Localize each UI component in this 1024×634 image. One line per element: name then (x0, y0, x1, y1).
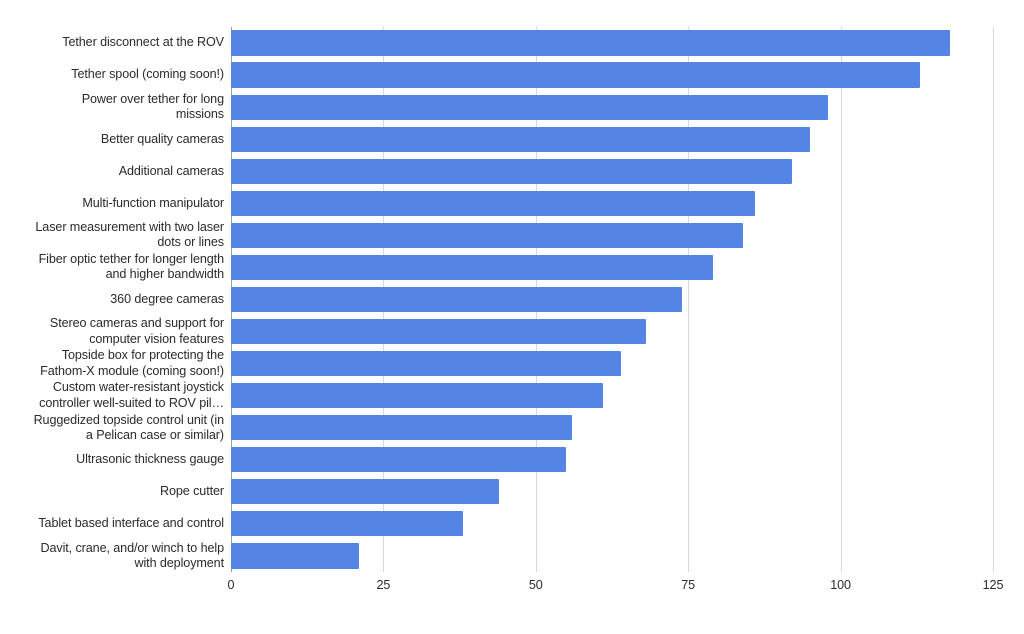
bar-category-label: Ultrasonic thickness gauge (76, 452, 224, 467)
bar-row (231, 123, 993, 155)
bar-category-label: Better quality cameras (100, 131, 224, 146)
bar[interactable] (231, 511, 463, 537)
bar-row (231, 444, 993, 476)
bar[interactable] (231, 415, 573, 441)
bar[interactable] (231, 447, 567, 473)
bar-category-label: Stereo cameras and support for computer … (49, 316, 224, 346)
x-tick-label: 0 (227, 578, 235, 592)
bar-row (231, 59, 993, 91)
bar-category-label: Davit, crane, and/or winch to help with … (40, 540, 224, 570)
bar-row (231, 380, 993, 412)
bar-category-label: Tether disconnect at the ROV (62, 35, 224, 50)
bar-category-label: Rope cutter (159, 484, 224, 499)
bar-category-label: Power over tether for long missions (81, 91, 224, 122)
bar[interactable] (231, 318, 646, 345)
bar-row (231, 348, 993, 380)
bar[interactable] (231, 286, 683, 313)
bar[interactable] (231, 350, 622, 377)
bar-row (231, 476, 993, 508)
x-tick-label: 50 (528, 578, 543, 592)
plot-area (231, 27, 994, 572)
bar[interactable] (231, 158, 792, 184)
bar[interactable] (231, 222, 744, 248)
bar-category-label: Laser measurement with two laser dots or… (35, 220, 224, 250)
bar-category-label: Multi-function manipulator (82, 195, 224, 210)
bar[interactable] (231, 62, 920, 88)
gridline-125 (993, 27, 994, 572)
bar-chart: Tether disconnect at the ROV Tether spool… (0, 0, 1024, 634)
bar-row (231, 316, 993, 348)
bar-category-label: 360 degree cameras (110, 291, 224, 306)
bar[interactable] (231, 94, 829, 120)
bar[interactable] (231, 126, 811, 152)
bar[interactable] (231, 254, 713, 280)
bar-category-label: Additional cameras (118, 163, 224, 178)
bar-row (231, 155, 993, 187)
bar[interactable] (231, 383, 603, 409)
bar-row (231, 412, 993, 444)
bar-row (231, 91, 993, 123)
bar-row (231, 251, 993, 283)
bar-row (231, 219, 993, 251)
x-axis-tick-labels: 0 25 50 75 100 125 (0, 578, 1024, 602)
bar-row (231, 187, 993, 219)
bars-layer (231, 27, 993, 572)
x-tick-label: 125 (982, 578, 1004, 592)
bar[interactable] (231, 190, 756, 216)
bar-row (231, 540, 993, 572)
x-tick-label: 75 (681, 578, 696, 592)
bar-category-label: Ruggedized topside control unit (in a Pe… (33, 412, 225, 442)
bar-row (231, 283, 993, 315)
bar[interactable] (231, 543, 360, 569)
bar-row (231, 508, 993, 540)
bar-category-label: Topside box for protecting the Fathom-X … (40, 348, 224, 378)
bar[interactable] (231, 479, 500, 505)
bar-category-label: Tether spool (coming soon!) (71, 67, 224, 82)
bar[interactable] (231, 30, 951, 56)
x-tick-label: 100 (830, 578, 851, 592)
bar-category-label: Tablet based interface and control (38, 516, 224, 531)
x-tick-label: 25 (376, 578, 391, 592)
bar-row (231, 27, 993, 59)
bar-category-label: Fiber optic tether for longer length and… (38, 252, 225, 282)
bar-category-label: Custom water-resistant joystick controll… (39, 380, 224, 410)
category-labels: Tether disconnect at the ROV Tether spool… (0, 27, 225, 572)
